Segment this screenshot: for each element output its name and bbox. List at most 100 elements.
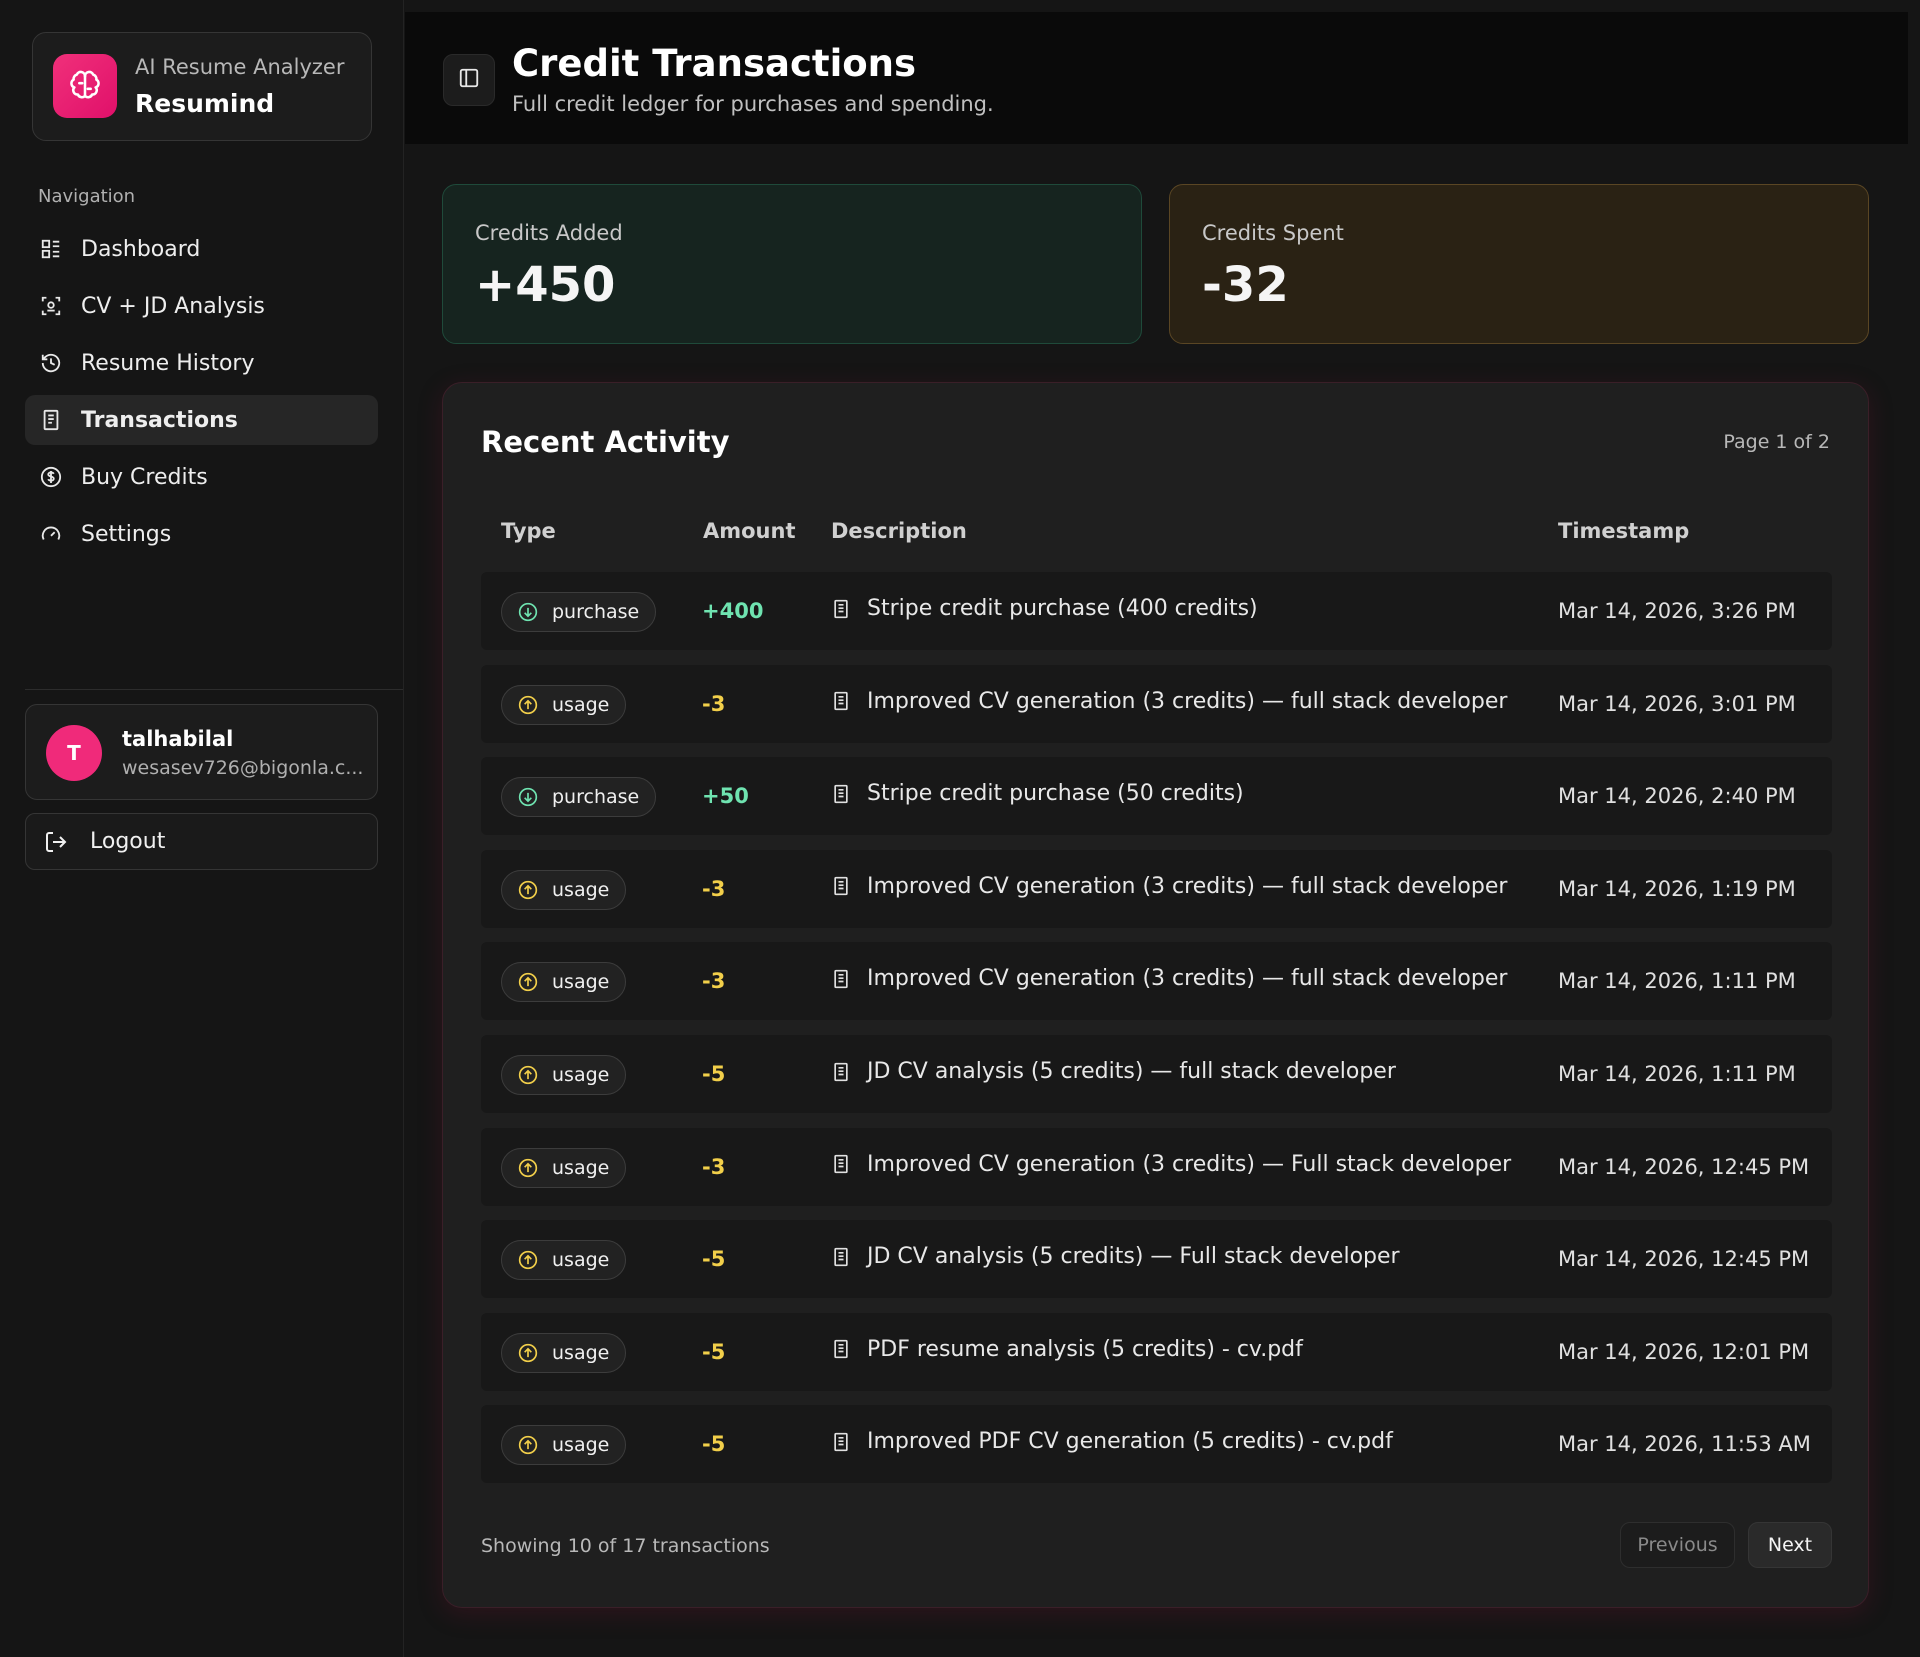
sidebar-item-dashboard[interactable]: Dashboard [25,224,378,274]
description-text: Improved CV generation (3 credits) — ful… [867,688,1508,714]
arrow-up-circle-icon [518,1435,538,1455]
document-icon [831,598,851,620]
table-row: usage -3 Improved CV generation (3 credits… [481,1127,1832,1206]
brain-icon [53,54,117,118]
description-text: Improved CV generation (3 credits) — ful… [867,966,1508,992]
activity-title: Recent Activity [481,425,730,459]
previous-button[interactable]: Previous [1620,1522,1735,1568]
sidebar-item-label: CV + JD Analysis [81,293,265,319]
amount-value: -5 [702,1432,726,1457]
receipt-icon [39,408,63,432]
logout-icon [44,830,68,854]
brand-card[interactable]: AI Resume Analyzer Resumind [32,32,372,141]
description-cell: PDF resume analysis (5 credits) - cv.pdf [831,1337,1303,1362]
sidebar-item-transactions[interactable]: Transactions [25,395,378,445]
timestamp-value: Mar 14, 2026, 1:11 PM [1558,969,1796,994]
dashboard-icon [39,237,63,261]
user-name: talhabilal [122,727,234,751]
user-card[interactable]: T talhabilal wesasev726@bigonla.c... [25,704,378,800]
document-icon [831,783,851,805]
sidebar-item-label: Buy Credits [81,464,208,490]
sidebar-item-buy-credits[interactable]: Buy Credits [25,452,378,502]
sidebar-item-settings[interactable]: Settings [25,509,378,559]
brand-title: Resumind [135,89,275,118]
description-text: Improved CV generation (3 credits) — Ful… [867,1151,1512,1177]
type-label: usage [552,1156,610,1179]
description-text: Stripe credit purchase (400 credits) [867,596,1258,621]
table-row: usage -5 Improved PDF CV generation (5 cre… [481,1405,1832,1484]
page-info: Page 1 of 2 [1723,431,1830,453]
amount-value: -3 [702,876,726,901]
type-label: usage [552,971,610,994]
logout-label: Logout [90,829,166,854]
table-row: usage -5 JD CV analysis (5 credits) — full… [481,1035,1832,1113]
timestamp-value: Mar 14, 2026, 12:01 PM [1558,1339,1810,1364]
sidebar-item-label: Resume History [81,350,255,376]
type-label: usage [552,1341,610,1364]
description-text: Improved PDF CV generation (5 credits) -… [867,1429,1393,1455]
user-email: wesasev726@bigonla.c... [122,757,364,779]
type-label: purchase [552,786,640,809]
table-row: usage -5 PDF resume analysis (5 credits) -… [481,1312,1832,1391]
timestamp-value: Mar 14, 2026, 3:01 PM [1558,691,1796,716]
table-row: usage -3 Improved CV generation (3 credits… [481,664,1832,743]
document-icon [831,1153,851,1175]
column-header-amount: Amount [703,519,796,543]
amount-value: +50 [702,784,749,809]
table-row: usage -3 Improved CV generation (3 credits… [481,942,1832,1021]
type-badge: purchase [501,777,657,818]
document-icon [831,1246,851,1268]
amount-value: +400 [702,599,764,623]
sidebar-toggle-button[interactable] [443,54,495,106]
arrow-down-circle-icon [518,602,538,622]
arrow-up-circle-icon [518,880,538,900]
next-button[interactable]: Next [1748,1522,1832,1568]
arrow-up-circle-icon [518,972,538,992]
timestamp-value: Mar 14, 2026, 1:11 PM [1558,1062,1796,1086]
type-badge: usage [501,1240,627,1281]
type-badge: usage [501,1055,627,1095]
column-header-type: Type [501,519,556,543]
type-badge: usage [501,684,627,725]
description-text: JD CV analysis (5 credits) — full stack … [867,1059,1396,1084]
sidebar-item-label: Settings [81,521,172,547]
description-cell: Stripe credit purchase (50 credits) [831,781,1244,806]
arrow-up-circle-icon [518,1158,538,1178]
description-text: PDF resume analysis (5 credits) - cv.pdf [867,1336,1303,1362]
sidebar-item-label: Transactions [81,407,238,433]
document-icon [831,690,851,712]
type-label: usage [552,1249,610,1272]
sidebar-toggle-icon [458,67,480,93]
description-cell: Stripe credit purchase (400 credits) [831,596,1258,621]
document-icon [831,1431,851,1453]
credits-spent-card: Credits Spent -32 [1169,184,1869,344]
credits-added-label: Credits Added [475,221,623,245]
arrow-up-circle-icon [518,1343,538,1363]
type-label: usage [552,693,610,716]
type-label: purchase [552,601,640,623]
sidebar-item-cv-jd-analysis[interactable]: CV + JD Analysis [25,281,378,331]
description-cell: Improved CV generation (3 credits) — ful… [831,874,1507,899]
timestamp-value: Mar 14, 2026, 11:53 AM [1558,1432,1811,1457]
type-label: usage [552,1434,610,1457]
credits-spent-label: Credits Spent [1202,221,1344,245]
sidebar-item-resume-history[interactable]: Resume History [25,338,378,388]
arrow-up-circle-icon [518,695,538,715]
dollar-icon [39,465,63,489]
type-badge: usage [501,1147,627,1188]
type-label: usage [552,878,610,901]
description-cell: JD CV analysis (5 credits) — full stack … [831,1059,1396,1084]
timestamp-value: Mar 14, 2026, 12:45 PM [1558,1154,1810,1179]
type-badge: usage [501,869,627,910]
logout-button[interactable]: Logout [25,813,378,870]
showing-count: Showing 10 of 17 transactions [481,1535,770,1557]
sidebar: AI Resume Analyzer Resumind Navigation D… [0,0,404,1657]
description-cell: Improved CV generation (3 credits) — Ful… [831,1152,1511,1177]
description-text: Stripe credit purchase (50 credits) [867,781,1244,807]
amount-value: -5 [702,1062,726,1086]
document-icon [831,1061,851,1083]
timestamp-value: Mar 14, 2026, 3:26 PM [1558,599,1796,623]
amount-value: -5 [702,1247,726,1272]
page-header: Credit Transactions Full credit ledger f… [405,12,1908,144]
timestamp-value: Mar 14, 2026, 1:19 PM [1558,876,1796,901]
